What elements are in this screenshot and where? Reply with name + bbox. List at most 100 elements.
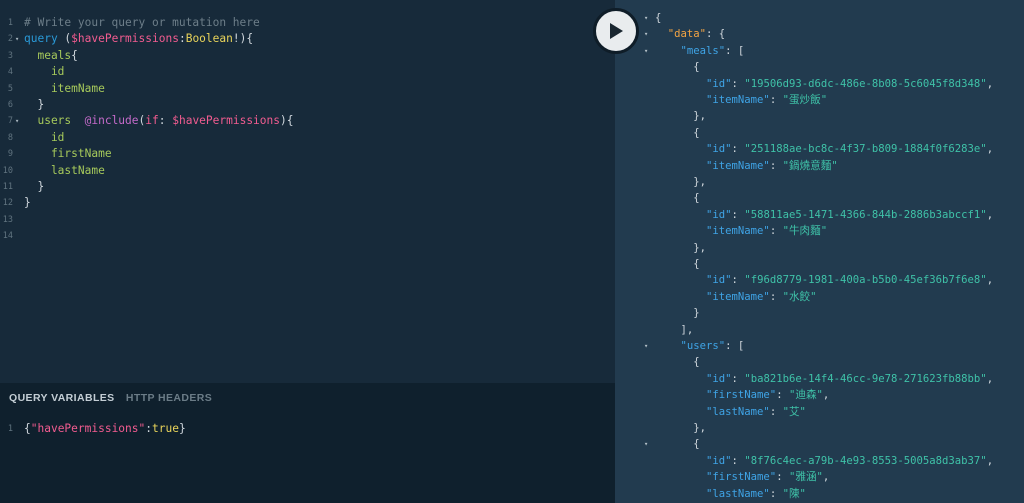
code-token: ,	[986, 77, 994, 90]
line-content: "lastName": "陳"	[655, 486, 806, 502]
fold-arrow-icon[interactable]: ▾	[15, 31, 19, 47]
fold-arrow-icon[interactable]: ▾	[644, 10, 648, 26]
line-content: "id": "f96d8779-1981-400a-b5b0-45ef36b7f…	[655, 272, 993, 288]
line-content: "id": "ba821b6e-14f4-46cc-9e78-271623fb8…	[655, 371, 993, 387]
code-token: : [	[725, 340, 745, 352]
code-token: "ba821b6e-14f4-46cc-9e78-271623fb88bb"	[744, 372, 987, 385]
tab-query-variables[interactable]: QUERY VARIABLES	[9, 392, 115, 404]
code-token: "雅涵"	[788, 471, 823, 484]
code-token: "id"	[706, 454, 732, 467]
line-content: firstName	[24, 146, 112, 162]
line-content: {	[655, 10, 661, 26]
code-token: "19506d93-d6dc-486e-8b08-5c6045f8d348"	[744, 77, 987, 90]
code-token: :	[769, 94, 783, 106]
code-token: ,	[986, 208, 994, 221]
line-content: {"havePermissions":true}	[24, 421, 186, 437]
code-token: !){	[232, 32, 254, 46]
code-token: }	[24, 180, 45, 193]
code-token: {	[655, 61, 700, 74]
line-content: {	[655, 59, 700, 75]
code-token: },	[655, 176, 707, 188]
line-content: },	[655, 174, 706, 190]
line-content: id	[24, 64, 64, 80]
line-content: "firstName": "雅涵",	[655, 469, 829, 485]
code-token: {	[655, 258, 700, 270]
line-number: 13	[2, 214, 13, 225]
tab-http-headers[interactable]: HTTP HEADERS	[126, 392, 212, 404]
fold-arrow-icon[interactable]: ▾	[644, 43, 648, 59]
code-token: true	[152, 422, 179, 435]
code-token: "firstName"	[706, 389, 777, 402]
line-content: id	[24, 130, 64, 146]
code-token: "id"	[706, 208, 732, 221]
variables-tabs: QUERY VARIABLES HTTP HEADERS	[9, 392, 220, 404]
line-content: }	[24, 195, 31, 211]
code-token: lastName	[24, 163, 105, 177]
code-token: }	[24, 98, 45, 111]
code-token: "牛肉麵"	[782, 225, 828, 238]
line-content: {	[655, 256, 700, 272]
query-editor[interactable]: 1 # Write your query or mutation here 2 ▾ qu…	[0, 0, 615, 383]
code-token: :	[178, 32, 186, 46]
line-number: 1	[7, 18, 13, 28]
code-token: {	[71, 48, 78, 62]
code-token: itemName	[24, 81, 105, 95]
code-token: }	[655, 307, 700, 320]
code-token: "陳"	[782, 487, 806, 500]
code-token: {	[24, 422, 31, 435]
code-token: Boolean	[185, 32, 233, 46]
code-token: @include	[84, 114, 139, 128]
code-token: "lastName"	[706, 487, 770, 500]
code-token: "meals"	[680, 44, 726, 57]
line-number: 5	[7, 83, 13, 94]
line-content: ],	[655, 322, 694, 338]
code-token: "id"	[706, 274, 732, 287]
code-token: "itemName"	[706, 94, 770, 106]
code-token: "users"	[680, 340, 726, 352]
line-content: "itemName": "蛋炒飯"	[655, 92, 827, 108]
line-content: "id": "19506d93-d6dc-486e-8b08-5c6045f8d…	[655, 76, 993, 92]
fold-arrow-icon[interactable]: ▾	[15, 113, 19, 129]
line-number: 11	[2, 182, 13, 192]
code-token: },	[655, 422, 707, 434]
code-token: {	[655, 438, 700, 451]
line-content: },	[655, 420, 706, 436]
code-token: $havePermissions	[71, 32, 179, 46]
code-token: "艾"	[782, 405, 806, 418]
code-token: },	[655, 241, 707, 254]
code-token: ,	[822, 471, 830, 484]
code-token: :	[776, 389, 789, 402]
fold-arrow-icon[interactable]: ▾	[644, 338, 648, 354]
line-number: 1	[7, 424, 13, 434]
code-token: {	[655, 192, 700, 205]
line-number: 14	[2, 231, 13, 242]
code-token: ){	[280, 114, 294, 128]
line-content: {	[655, 354, 699, 370]
code-token: ,	[822, 389, 830, 402]
code-token: ,	[986, 454, 994, 467]
code-token: # Write your query or mutation here	[24, 16, 260, 29]
line-content: users @include(if: $havePermissions){	[24, 113, 294, 129]
code-token: {	[655, 126, 700, 139]
code-token: "鍋燒意麵"	[782, 159, 838, 172]
line-content: query ($havePermissions:Boolean!){	[24, 31, 253, 47]
line-content: "lastName": "艾"	[655, 404, 806, 420]
line-content: "id": "251188ae-bc8c-4f37-b809-1884f0f62…	[655, 141, 993, 157]
fold-arrow-icon[interactable]: ▾	[644, 436, 648, 452]
line-content: "firstName": "迪森",	[655, 387, 829, 403]
code-token: "58811ae5-1471-4366-844b-2886b3abccf1"	[744, 208, 987, 221]
code-token: :	[145, 422, 153, 435]
code-token: :	[776, 471, 789, 484]
code-token: firstName	[24, 147, 112, 161]
line-content: "id": "58811ae5-1471-4366-844b-2886b3abc…	[655, 207, 993, 223]
run-query-button[interactable]	[593, 8, 639, 54]
code-token: "firstName"	[706, 471, 777, 484]
code-token: id	[24, 130, 65, 144]
code-token: ],	[655, 323, 694, 336]
line-content: "data": {	[655, 26, 725, 42]
fold-arrow-icon[interactable]: ▾	[644, 26, 648, 42]
